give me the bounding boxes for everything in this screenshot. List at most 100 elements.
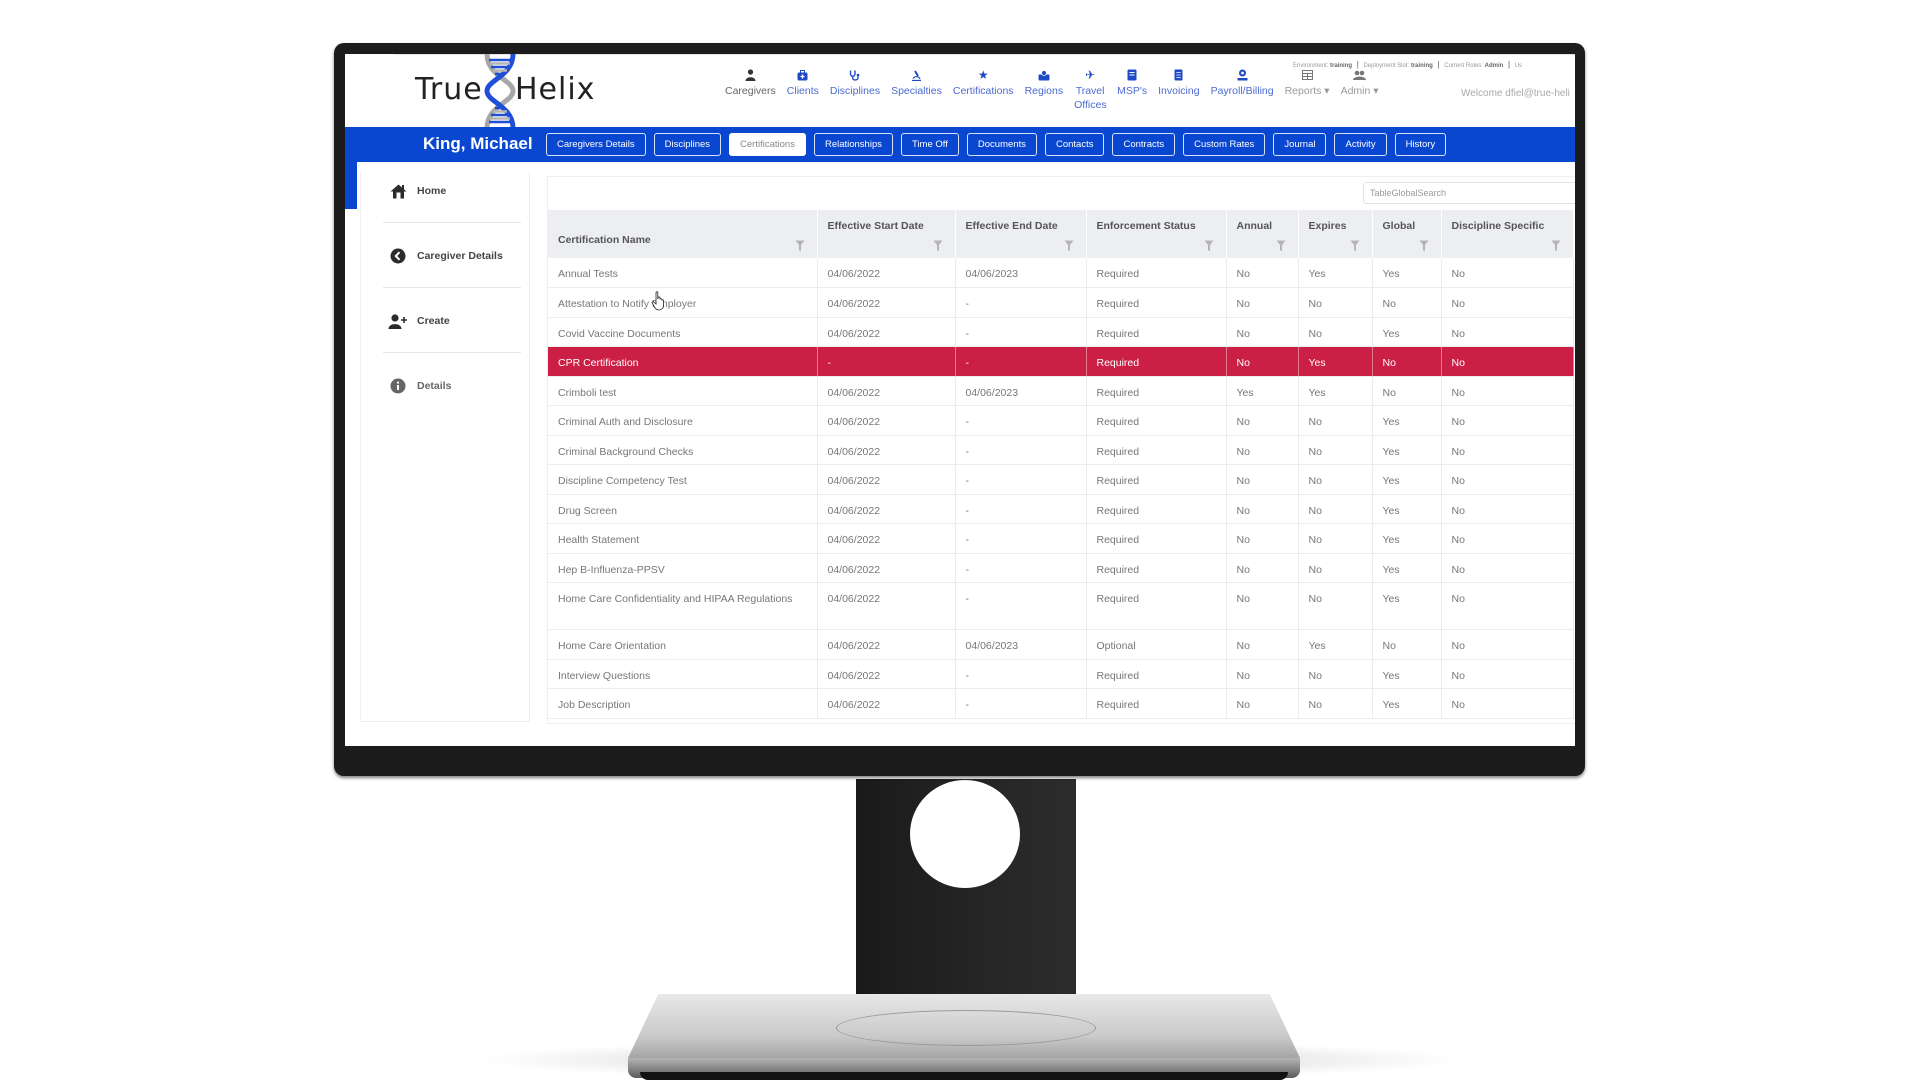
sidebar-item-details[interactable]: Details: [387, 377, 451, 395]
table-row[interactable]: Drug Screen 04/06/2022- Required No No Yes No: [548, 494, 1574, 524]
cell-effective-end-date: -: [955, 688, 1087, 719]
cell-certification-name: Drug Screen: [548, 494, 818, 524]
table-row[interactable]: Home Care Orientation 04/06/2022 04/06/202…: [548, 629, 1574, 660]
column-header-annual[interactable]: Annual: [1226, 210, 1299, 258]
cell-expires: No: [1298, 435, 1373, 465]
tab-certifications[interactable]: Certifications: [729, 133, 806, 156]
filter-icon[interactable]: [933, 240, 943, 252]
cell-expires: No: [1298, 464, 1373, 495]
filter-icon[interactable]: [1350, 240, 1360, 252]
table-row-selected[interactable]: CPR Certification - - Required No Yes No No: [548, 346, 1574, 377]
tab-custom-rates[interactable]: Custom Rates: [1183, 133, 1266, 156]
column-header-effective-end-date[interactable]: Effective End Date: [955, 210, 1087, 258]
tab-disciplines[interactable]: Disciplines: [653, 133, 722, 156]
cell-discipline-specific: No: [1441, 258, 1574, 288]
cell-effective-end-date: -: [955, 494, 1087, 524]
table-row[interactable]: Interview Questions 04/06/2022- Required No…: [548, 659, 1574, 689]
table-header-row: Certification Name Effective Start Date Ef…: [548, 210, 1574, 258]
table-row[interactable]: Criminal Background Checks 04/06/2022- Req…: [548, 435, 1574, 465]
filter-icon[interactable]: [1204, 240, 1214, 252]
cell-annual: No: [1226, 659, 1299, 689]
tab-relationships[interactable]: Relationships: [813, 133, 893, 156]
nav-item-disciplines[interactable]: Disciplines: [830, 68, 880, 112]
sidebar-item-create[interactable]: Create: [387, 312, 450, 330]
filter-icon[interactable]: [1419, 240, 1429, 252]
sidebar-item-home[interactable]: Home: [387, 182, 446, 200]
nav-item-specialties[interactable]: Specialties: [891, 68, 942, 112]
cell-enforcement-status: Required: [1086, 523, 1227, 554]
table-row[interactable]: Home Care Confidentiality and HIPAA Regu…: [548, 582, 1574, 630]
cell-expires: No: [1298, 405, 1373, 436]
tab-contacts[interactable]: Contacts: [1044, 133, 1105, 156]
table-row[interactable]: Job Description 04/06/2022- Required No No Ye…: [548, 688, 1574, 719]
cell-expires: Yes: [1298, 629, 1373, 660]
tab-activity[interactable]: Activity: [1334, 133, 1387, 156]
cell-expires: No: [1298, 523, 1373, 554]
nav-item-msps[interactable]: MSP's: [1117, 68, 1147, 112]
table-row[interactable]: Discipline Competency Test 04/06/2022- Req…: [548, 464, 1574, 495]
sidebar-item-caregiver-details[interactable]: Caregiver Details: [387, 247, 503, 265]
cell-annual: No: [1226, 523, 1299, 554]
column-header-effective-start-date[interactable]: Effective Start Date: [817, 210, 956, 258]
table-row[interactable]: Annual Tests 04/06/2022 04/06/2023 Required…: [548, 258, 1574, 288]
nav-label: Clients: [786, 85, 819, 97]
filter-icon[interactable]: [1551, 240, 1561, 252]
table-row[interactable]: Attestation to Notify Employer 04/06/2022…: [548, 287, 1574, 318]
tab-contracts[interactable]: Contracts: [1112, 133, 1176, 156]
table-icon: [1300, 68, 1314, 82]
table-row[interactable]: Crimboli test 04/06/2022 04/06/2023 Require…: [548, 376, 1574, 406]
cell-effective-end-date: -: [955, 523, 1087, 554]
cell-global: Yes: [1372, 494, 1442, 524]
sidebar-divider: [383, 352, 521, 353]
cell-enforcement-status: Required: [1086, 376, 1227, 406]
nav-item-payroll-billing[interactable]: Payroll/Billing: [1211, 68, 1274, 112]
column-header-discipline-specific[interactable]: Discipline Specific: [1441, 210, 1574, 258]
tab-documents[interactable]: Documents: [966, 133, 1037, 156]
nav-item-admin[interactable]: Admin ▾: [1341, 68, 1379, 112]
tab-caregivers-details[interactable]: Caregivers Details: [546, 133, 646, 156]
column-header-label: Enforcement Status: [1096, 220, 1196, 232]
sidebar-divider: [383, 222, 521, 223]
nav-item-caregivers[interactable]: Caregivers: [725, 68, 776, 112]
environment-value: training: [1330, 63, 1353, 69]
divider: |: [1507, 60, 1511, 69]
table-row[interactable]: Criminal Auth and Disclosure 04/06/2022- R…: [548, 405, 1574, 436]
cell-annual: No: [1226, 435, 1299, 465]
cell-effective-end-date: -: [955, 553, 1087, 583]
column-header-certification-name[interactable]: Certification Name: [548, 210, 818, 258]
cell-discipline-specific: No: [1441, 553, 1574, 583]
nav-item-travel-offices[interactable]: ✈ Travel Offices: [1074, 68, 1106, 112]
table-row[interactable]: Hep B-Influenza-PPSV 04/06/2022- Required N…: [548, 553, 1574, 583]
tab-journal[interactable]: Journal: [1273, 133, 1327, 156]
filter-icon[interactable]: [1276, 240, 1286, 252]
filter-icon[interactable]: [795, 240, 805, 252]
cell-discipline-specific: No: [1441, 523, 1574, 554]
column-header-global[interactable]: Global: [1372, 210, 1442, 258]
table-row[interactable]: Covid Vaccine Documents 04/06/2022- Requir…: [548, 317, 1574, 347]
cell-global: Yes: [1372, 688, 1442, 719]
table-row[interactable]: Health Statement 04/06/2022- Required No No Y…: [548, 523, 1574, 554]
cell-expires: No: [1298, 582, 1373, 630]
column-header-expires[interactable]: Expires: [1298, 210, 1373, 258]
tab-time-off[interactable]: Time Off: [901, 133, 959, 156]
nav-item-clients[interactable]: Clients: [787, 68, 819, 112]
cell-annual: No: [1226, 346, 1299, 377]
filter-icon[interactable]: [1064, 240, 1074, 252]
column-header-enforcement-status[interactable]: Enforcement Status: [1086, 210, 1227, 258]
nav-item-regions[interactable]: Regions: [1025, 68, 1063, 112]
cell-certification-name: Crimboli test: [548, 376, 818, 406]
cell-annual: No: [1226, 582, 1299, 630]
welcome-user[interactable]: Welcome dfiel@true-heli: [1461, 88, 1570, 99]
nav-item-reports[interactable]: Reports ▾: [1285, 68, 1330, 112]
cell-expires: Yes: [1298, 346, 1373, 377]
monitor-stand-base-bottom: [640, 1072, 1288, 1080]
cell-global: Yes: [1372, 317, 1442, 347]
nav-item-invoicing[interactable]: Invoicing: [1158, 68, 1200, 112]
nav-item-certifications[interactable]: ★ Certifications: [953, 68, 1014, 112]
tab-history[interactable]: History: [1394, 133, 1447, 156]
caregiver-tabs: Caregivers Details Disciplines Certifica…: [546, 133, 1454, 156]
cell-discipline-specific: No: [1441, 659, 1574, 689]
cell-discipline-specific: No: [1441, 464, 1574, 495]
table-global-search-input[interactable]: [1363, 182, 1575, 204]
true-helix-logo[interactable]: True Helix: [415, 54, 595, 128]
